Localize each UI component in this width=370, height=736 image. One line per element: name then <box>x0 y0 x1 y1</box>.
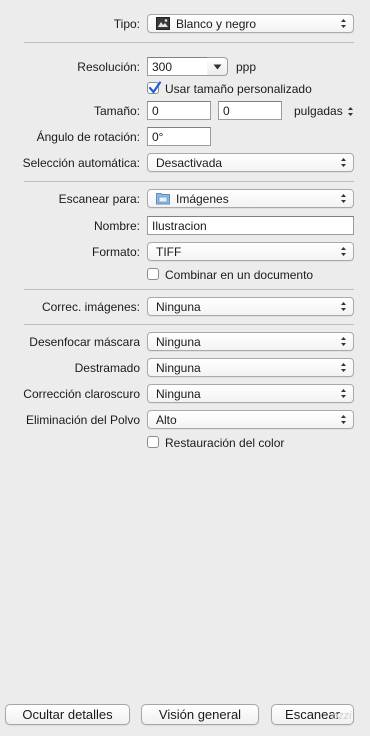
escanear-para-label: Escanear para: <box>58 192 140 206</box>
tamano-height-value: 0 <box>223 104 230 118</box>
tamano-unit: pulgadas <box>294 104 343 118</box>
angulo-value: 0° <box>152 130 164 144</box>
tipo-popup[interactable]: Blanco y negro <box>147 14 354 33</box>
seleccion-value: Desactivada <box>156 156 223 170</box>
resolucion-label: Resolución: <box>77 60 140 74</box>
restauracion-row: Restauración del color <box>0 432 370 454</box>
correc-popup[interactable]: Ninguna <box>147 297 354 316</box>
desenfocar-value: Ninguna <box>156 335 201 349</box>
angulo-row: Ángulo de rotación: 0° <box>0 126 370 148</box>
destramado-row: Destramado Ninguna <box>0 357 370 379</box>
angulo-label: Ángulo de rotación: <box>36 130 140 144</box>
scanner-photo-icon <box>156 17 170 30</box>
tamano-unit-popup[interactable]: pulgadas <box>294 100 356 122</box>
formato-row: Formato: TIFF <box>0 241 370 263</box>
separator <box>24 324 354 325</box>
correc-row: Correc. imágenes: Ninguna <box>0 296 370 318</box>
nombre-field[interactable]: Ilustracion <box>147 216 354 235</box>
formato-label: Formato: <box>91 245 140 259</box>
combinar-checkbox[interactable] <box>147 268 159 280</box>
popup-arrows-icon <box>341 389 346 398</box>
destramado-label: Destramado <box>74 361 140 375</box>
tipo-row: Tipo: Blanco y negro <box>0 13 370 35</box>
tipo-label: Tipo: <box>113 17 140 31</box>
watermark: ozzi <box>332 710 352 722</box>
tipo-value: Blanco y negro <box>176 17 257 31</box>
desenfocar-row: Desenfocar máscara Ninguna <box>0 331 370 353</box>
seleccion-popup[interactable]: Desactivada <box>147 153 354 172</box>
destramado-popup[interactable]: Ninguna <box>147 358 354 377</box>
correc-label: Correc. imágenes: <box>41 300 140 314</box>
destramado-value: Ninguna <box>156 361 201 375</box>
separator <box>24 42 354 43</box>
seleccion-label: Selección automática: <box>22 156 140 170</box>
popup-arrows-icon <box>341 19 346 28</box>
claroscuro-row: Corrección claroscuro Ninguna <box>0 383 370 405</box>
separator <box>24 289 354 290</box>
resolucion-row: Resolución: 300 ppp <box>0 56 370 78</box>
formato-popup[interactable]: TIFF <box>147 242 354 261</box>
claroscuro-value: Ninguna <box>156 387 201 401</box>
popup-arrows-icon <box>341 337 346 346</box>
escanear-para-popup[interactable]: Imágenes <box>147 189 354 208</box>
usar-tamano-row: Usar tamaño personalizado <box>0 78 370 100</box>
polvo-value: Alto <box>156 413 177 427</box>
tamano-label: Tamaño: <box>93 104 140 118</box>
nombre-value: Ilustracion <box>152 219 207 233</box>
tamano-width-field[interactable]: 0 <box>147 101 211 120</box>
popup-arrows-icon <box>341 194 346 203</box>
resolucion-combo-field[interactable]: 300 <box>147 57 208 76</box>
polvo-label: Eliminación del Polvo <box>25 413 140 427</box>
polvo-row: Eliminación del Polvo Alto <box>0 409 370 431</box>
desenfocar-label: Desenfocar máscara <box>29 335 140 349</box>
checkmark-icon <box>148 81 162 94</box>
escanear-para-value: Imágenes <box>176 192 229 206</box>
combinar-label: Combinar en un documento <box>165 268 314 282</box>
usar-tamano-label: Usar tamaño personalizado <box>165 82 312 96</box>
polvo-popup[interactable]: Alto <box>147 410 354 429</box>
claroscuro-label: Corrección claroscuro <box>23 387 140 401</box>
popup-arrows-icon <box>341 415 346 424</box>
popup-arrows-icon <box>341 247 346 256</box>
tamano-row: Tamaño: 0 0 pulgadas <box>0 100 370 122</box>
formato-value: TIFF <box>156 245 182 259</box>
resolucion-value: 300 <box>152 60 173 74</box>
nombre-row: Nombre: Ilustracion <box>0 215 370 237</box>
popup-arrows-icon <box>348 107 353 116</box>
resolucion-combo-button[interactable] <box>207 57 228 76</box>
popup-arrows-icon <box>341 302 346 311</box>
resolucion-unit: ppp <box>236 60 257 74</box>
tamano-height-field[interactable]: 0 <box>218 101 282 120</box>
ocultar-detalles-button[interactable]: Ocultar detalles <box>5 704 130 725</box>
popup-arrows-icon <box>341 158 346 167</box>
seleccion-row: Selección automática: Desactivada <box>0 152 370 174</box>
popup-arrows-icon <box>341 363 346 372</box>
folder-icon <box>156 193 170 205</box>
vision-general-button[interactable]: Visión general <box>141 704 259 725</box>
usar-tamano-checkbox[interactable] <box>147 81 162 94</box>
angulo-field[interactable]: 0° <box>147 127 211 146</box>
claroscuro-popup[interactable]: Ninguna <box>147 384 354 403</box>
chevron-down-icon <box>213 64 222 70</box>
correc-value: Ninguna <box>156 300 201 314</box>
escanear-para-row: Escanear para: Imágenes <box>0 188 370 210</box>
desenfocar-popup[interactable]: Ninguna <box>147 332 354 351</box>
tamano-width-value: 0 <box>152 104 159 118</box>
nombre-label: Nombre: <box>93 219 140 233</box>
restauracion-label: Restauración del color <box>165 436 285 450</box>
combinar-row: Combinar en un documento <box>0 264 370 286</box>
restauracion-checkbox[interactable] <box>147 436 159 448</box>
separator <box>24 181 354 182</box>
